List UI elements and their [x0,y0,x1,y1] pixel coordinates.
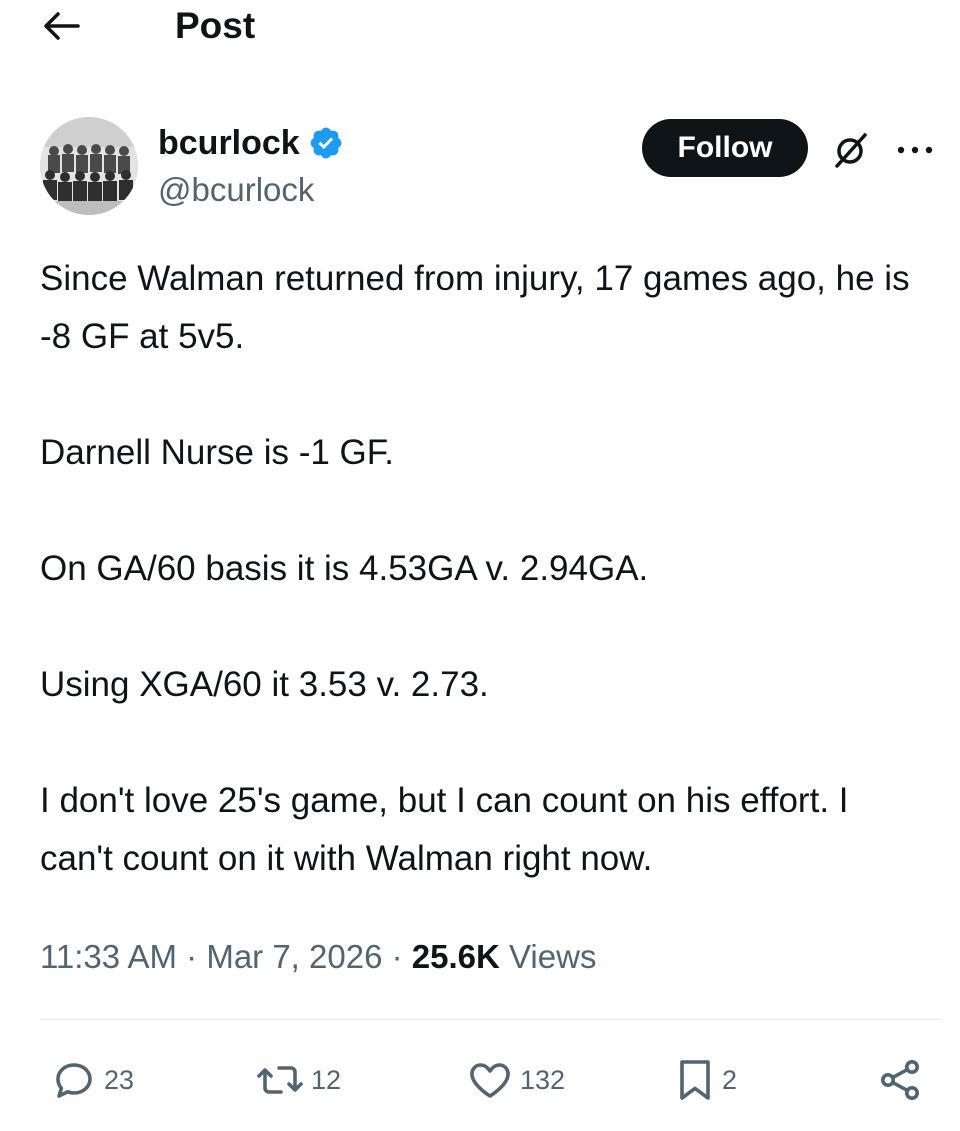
author-display-name[interactable]: bcurlock [158,121,300,165]
repost-count: 12 [311,1064,342,1095]
repost-button[interactable]: 12 [255,1050,341,1110]
reply-count: 23 [104,1064,135,1095]
like-count: 132 [520,1064,566,1095]
avatar[interactable] [40,117,138,215]
repost-icon [257,1066,303,1094]
tweet-metadata: 11:33 AM · Mar 7, 2026 · 25.6K Views [40,933,596,981]
share-icon [881,1060,919,1100]
author-name-row: bcurlock [158,120,344,166]
page-title: Post [175,5,256,46]
divider [40,1019,940,1020]
meta-separator: · [391,938,403,975]
tweet-paragraph: Darnell Nurse is -1 GF. [40,433,394,472]
tweet-date[interactable]: Mar 7, 2026 [206,938,382,975]
top-bar: Post [0,0,960,60]
avatar-photo [40,117,138,215]
back-button[interactable] [40,8,84,44]
action-bar: 23 12 132 2 [0,1050,960,1110]
grok-icon [835,133,867,168]
share-button[interactable] [876,1050,924,1110]
tweet-paragraph: I don't love 25's game, but I can count … [40,781,849,878]
author-handle[interactable]: @bcurlock [158,168,314,212]
grok-button[interactable] [826,125,876,175]
verified-badge-icon [310,127,342,159]
follow-button[interactable]: Follow [642,119,808,177]
tweet-time[interactable]: 11:33 AM [40,938,177,975]
views-label: Views [509,938,597,975]
bookmark-icon [680,1060,710,1100]
reply-button[interactable]: 23 [50,1050,134,1110]
tweet-paragraph: Using XGA/60 it 3.53 v. 2.73. [40,665,489,704]
tweet-text: Since Walman returned from injury, 17 ga… [40,250,930,946]
arrow-left-icon [44,12,80,40]
like-button[interactable]: 132 [466,1050,565,1110]
bookmark-count: 2 [722,1064,738,1095]
meta-separator: · [186,938,198,975]
tweet-paragraph: Since Walman returned from injury, 17 ga… [40,259,910,356]
heart-icon [470,1063,510,1098]
bookmark-button[interactable]: 2 [674,1050,737,1110]
more-dots-icon [897,146,933,154]
more-button[interactable] [890,125,940,175]
tweet-paragraph: On GA/60 basis it is 4.53GA v. 2.94GA. [40,549,649,588]
views-count: 25.6K [411,938,500,975]
reply-icon [56,1063,92,1098]
